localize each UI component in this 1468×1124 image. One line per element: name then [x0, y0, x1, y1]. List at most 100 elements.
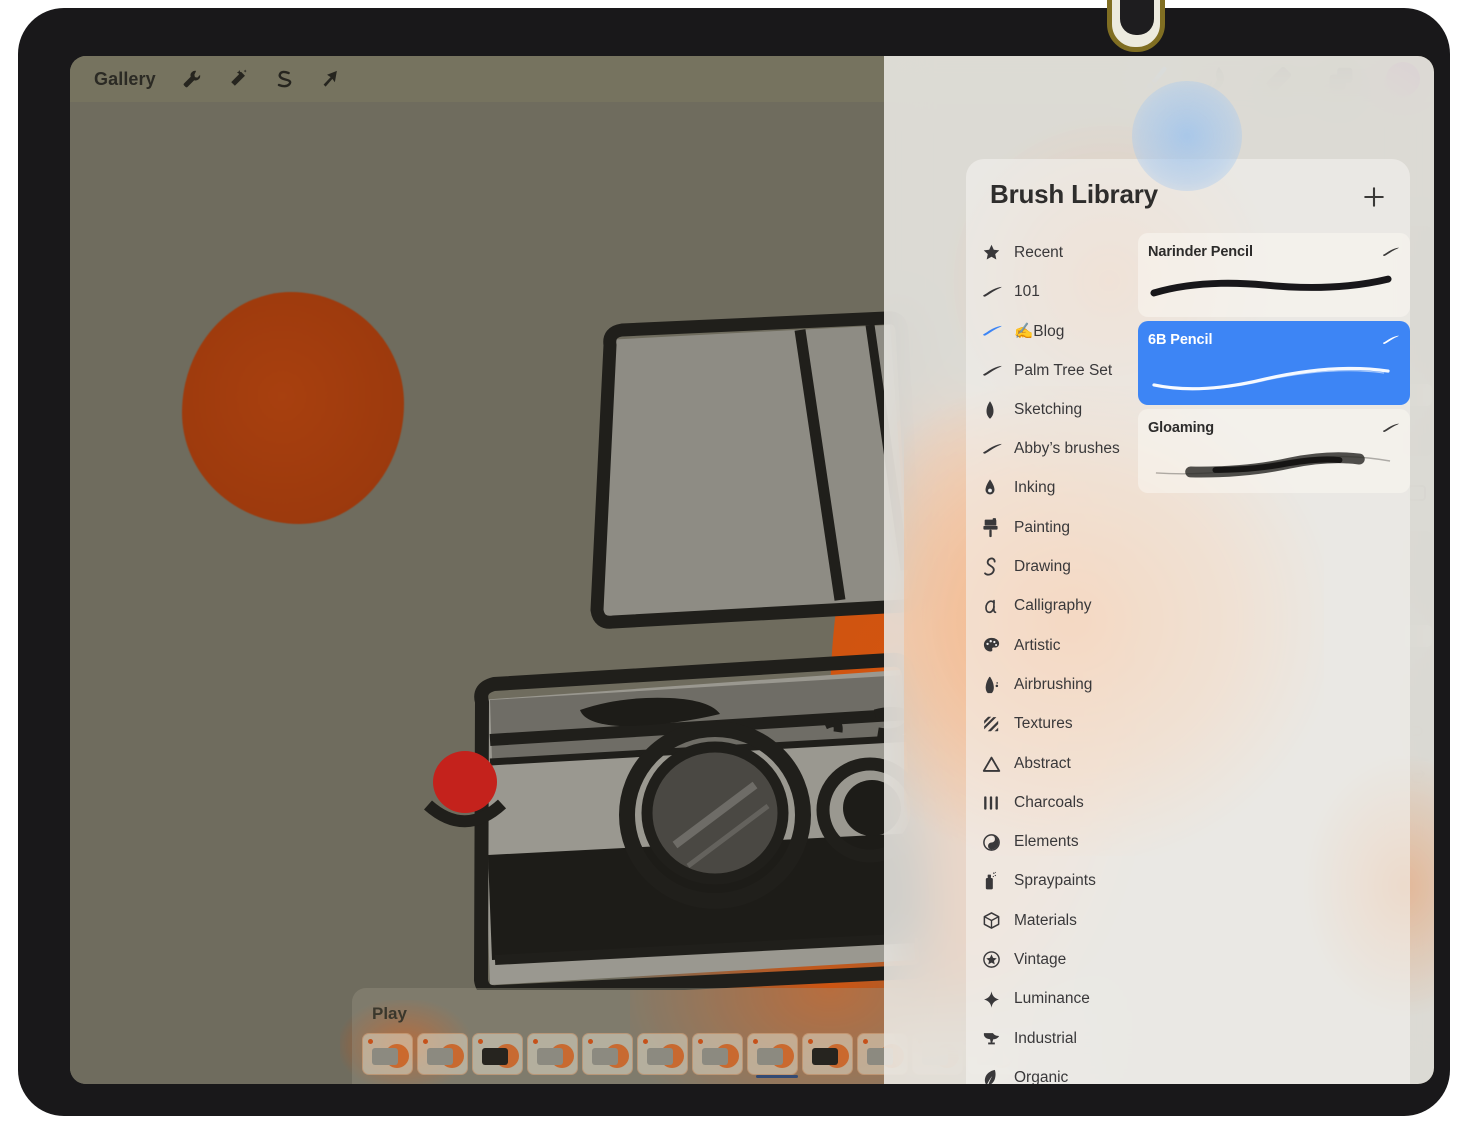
brush-stroke-icon — [982, 285, 1014, 299]
brush-set-label: Organic — [1014, 1069, 1068, 1084]
star-icon — [982, 243, 1014, 262]
star-circle-icon — [982, 950, 1014, 969]
timeline-frame-thumbnail[interactable] — [692, 1033, 743, 1075]
sparkle-icon — [982, 990, 1014, 1009]
brush-set-label: Abby’s brushes — [1014, 440, 1120, 458]
brush-set-item[interactable]: Textures — [966, 705, 1138, 744]
brush-set-item[interactable]: Airbrushing — [966, 665, 1138, 704]
brush-set-label: ✍️Blog — [1014, 322, 1064, 341]
brush-set-item[interactable]: Spraypaints — [966, 862, 1138, 901]
brush-set-item[interactable]: Abstract — [966, 744, 1138, 783]
brush-set-item[interactable]: Vintage — [966, 940, 1138, 979]
brush-set-item[interactable]: Luminance — [966, 980, 1138, 1019]
apple-pencil-cursor — [1107, 0, 1165, 52]
gallery-button[interactable]: Gallery — [84, 66, 166, 93]
timeline-frame-thumbnail[interactable] — [637, 1033, 688, 1075]
brush-set-label: Palm Tree Set — [1014, 362, 1112, 380]
brush-set-item[interactable]: Calligraphy — [966, 587, 1138, 626]
cursor-inner — [1120, 0, 1154, 35]
spray-can-icon — [982, 871, 1014, 891]
airbrush-icon — [982, 675, 1014, 695]
brush-card[interactable]: Narinder Pencil — [1138, 233, 1410, 317]
brush-stroke-icon — [982, 364, 1014, 378]
magic-wand-icon[interactable] — [218, 62, 258, 96]
paintbrush-flat-icon — [982, 518, 1014, 538]
brush-set-list[interactable]: Recent 101 ✍️Blog Palm Tree Set Sketching Abb… — [966, 233, 1138, 1084]
brush-card[interactable]: 6B Pencil — [1138, 321, 1410, 405]
artwork-polaroid-camera — [370, 270, 930, 990]
toolbar-left-group: Gallery — [70, 62, 350, 96]
selection-s-icon[interactable] — [264, 62, 304, 96]
device-screen: Gallery — [70, 56, 1434, 1084]
brush-card-list[interactable]: Narinder Pencil 6B Pencil Gloaming — [1138, 233, 1410, 521]
brush-name: Narinder Pencil — [1148, 244, 1253, 260]
timeline-frame-thumbnail[interactable] — [362, 1033, 413, 1075]
brush-library-panel: Brush Library Recent 101 ✍️Blog Palm Tree S… — [966, 159, 1410, 1084]
brush-set-label: Recent — [1014, 244, 1063, 262]
add-brush-icon[interactable] — [1358, 181, 1390, 213]
device-bezel: Gallery — [18, 8, 1450, 1116]
brush-set-item[interactable]: Abby’s brushes — [966, 429, 1138, 468]
brush-set-label: Inking — [1014, 479, 1055, 497]
timeline-frame-thumbnail[interactable] — [582, 1033, 633, 1075]
brush-set-item[interactable]: Organic — [966, 1058, 1138, 1084]
play-button[interactable]: Play — [372, 1004, 407, 1024]
brush-set-item[interactable]: Artistic — [966, 626, 1138, 665]
timeline-frame-thumbnail[interactable] — [802, 1033, 853, 1075]
brush-set-item[interactable]: ✍️Blog — [966, 312, 1138, 351]
brush-set-label: Materials — [1014, 912, 1077, 930]
transform-arrow-icon[interactable] — [310, 62, 350, 96]
brush-set-label: Drawing — [1014, 558, 1071, 576]
cursor-highlight — [1132, 81, 1242, 191]
brush-set-item[interactable]: Elements — [966, 822, 1138, 861]
brush-set-item[interactable]: Sketching — [966, 390, 1138, 429]
brush-set-label: Industrial — [1014, 1030, 1077, 1048]
brush-stroke-icon — [1382, 333, 1400, 345]
squiggle-icon — [982, 557, 1014, 577]
brush-set-item[interactable]: 101 — [966, 272, 1138, 311]
timeline-frame-thumbnail[interactable] — [417, 1033, 468, 1075]
brush-set-item[interactable]: Palm Tree Set — [966, 351, 1138, 390]
timeline-frame-thumbnail[interactable] — [527, 1033, 578, 1075]
brush-stroke-icon — [982, 442, 1014, 456]
brush-set-label: Abstract — [1014, 755, 1071, 773]
brush-card[interactable]: Gloaming — [1138, 409, 1410, 493]
brush-stroke-preview — [1146, 355, 1396, 399]
page-title: Brush Library — [990, 179, 1158, 210]
cube-icon — [982, 911, 1014, 930]
pencil-tip-icon — [982, 400, 1014, 420]
letter-a-icon — [982, 596, 1014, 616]
timeline-frame-thumbnail[interactable] — [747, 1033, 798, 1075]
brush-set-item[interactable]: Materials — [966, 901, 1138, 940]
brush-set-item[interactable]: Recent — [966, 233, 1138, 272]
brush-set-label: Charcoals — [1014, 794, 1084, 812]
brush-set-item[interactable]: Charcoals — [966, 783, 1138, 822]
brush-set-label: Calligraphy — [1014, 597, 1092, 615]
brush-stroke-preview — [1146, 443, 1396, 487]
ink-nib-icon — [982, 478, 1014, 498]
brush-name: Gloaming — [1148, 420, 1214, 436]
brush-set-label: 101 — [1014, 283, 1040, 301]
current-frame-indicator — [756, 1075, 798, 1078]
brush-stroke-preview — [1146, 267, 1396, 311]
brush-set-label: Spraypaints — [1014, 872, 1096, 890]
brush-set-item[interactable]: Inking — [966, 469, 1138, 508]
brush-set-label: Vintage — [1014, 951, 1066, 969]
hatch-square-icon — [982, 715, 1014, 733]
wrench-icon[interactable] — [172, 62, 212, 96]
brush-stroke-icon — [1382, 245, 1400, 257]
triangle-icon — [982, 755, 1014, 773]
anvil-icon — [982, 1029, 1014, 1048]
brush-set-label: Artistic — [1014, 637, 1061, 655]
yin-yang-icon — [982, 833, 1014, 852]
leaf-icon — [982, 1068, 1014, 1084]
brush-set-label: Sketching — [1014, 401, 1082, 419]
brush-set-item[interactable]: Painting — [966, 508, 1138, 547]
brush-set-item[interactable]: Industrial — [966, 1019, 1138, 1058]
timeline-frame-thumbnail[interactable] — [472, 1033, 523, 1075]
brush-set-label: Luminance — [1014, 990, 1090, 1008]
brush-set-item[interactable]: Drawing — [966, 547, 1138, 586]
brush-name: 6B Pencil — [1148, 332, 1212, 348]
brush-stroke-icon — [1382, 421, 1400, 433]
brush-stroke-icon — [982, 324, 1014, 338]
